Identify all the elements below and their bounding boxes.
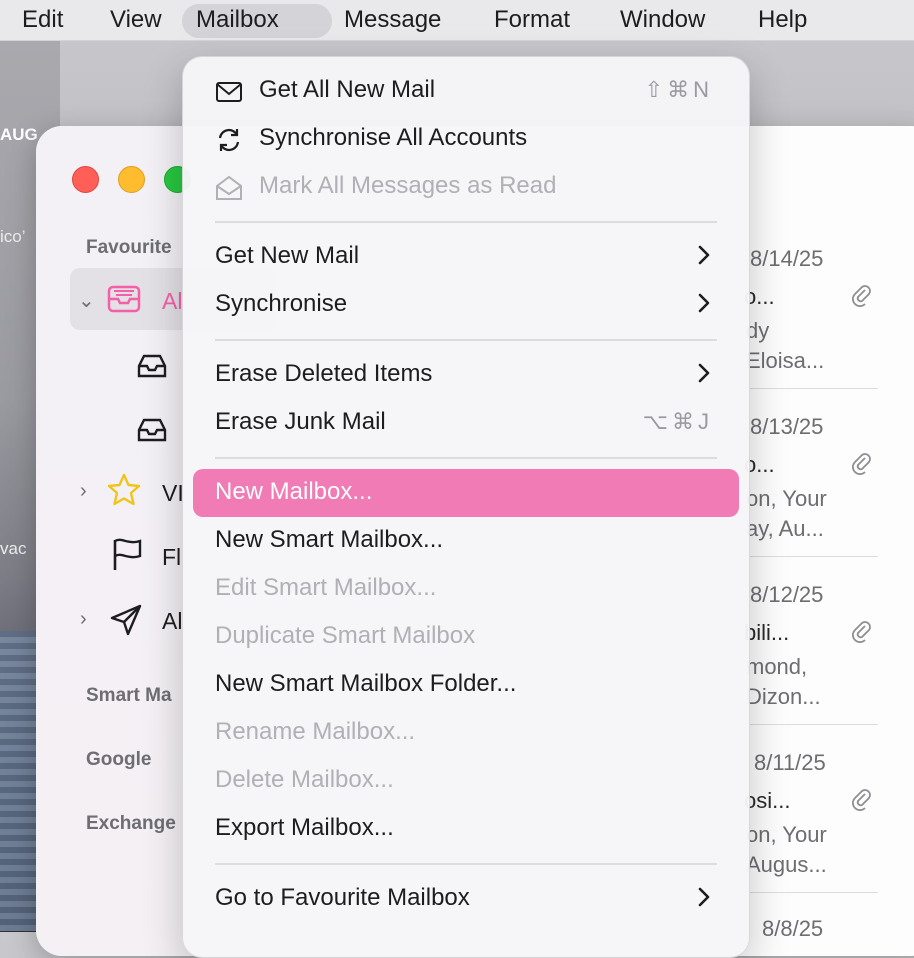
menu-item-label: Synchronise bbox=[215, 290, 348, 317]
message-date: 8/13/25 bbox=[750, 414, 824, 439]
chevron-down-icon[interactable]: ⌄ bbox=[78, 288, 95, 313]
envelope-open-icon bbox=[216, 175, 242, 200]
close-window-button[interactable] bbox=[72, 166, 99, 193]
minimize-window-button[interactable] bbox=[118, 166, 145, 193]
paperplane-icon bbox=[110, 604, 142, 636]
shortcut-label: ⇧⌘N bbox=[644, 77, 713, 102]
desktop-label: vac bbox=[0, 539, 27, 558]
menu-format[interactable]: Format bbox=[480, 4, 584, 38]
sidebar-item-flagged[interactable]: Fl bbox=[162, 544, 181, 571]
sidebar-item-all-inboxes[interactable]: Al bbox=[162, 288, 182, 315]
chevron-right-icon[interactable]: › bbox=[80, 480, 87, 503]
chevron-right-icon bbox=[698, 293, 710, 313]
message-subject: bili... bbox=[744, 620, 790, 645]
menu-item-erase-deleted-items[interactable]: Erase Deleted Items bbox=[193, 351, 739, 399]
message-preview: Eloisa... bbox=[746, 348, 825, 373]
star-icon bbox=[107, 473, 141, 506]
menu-item-label: Export Mailbox... bbox=[215, 814, 394, 841]
menu-mailbox[interactable]: Mailbox bbox=[182, 4, 332, 38]
desktop-label: ico’ bbox=[0, 227, 26, 246]
sync-icon bbox=[218, 128, 240, 152]
sidebar-item-all-sent[interactable]: Al bbox=[162, 608, 182, 635]
chevron-right-icon bbox=[698, 363, 710, 383]
menu-item-label: Edit Smart Mailbox... bbox=[215, 574, 437, 601]
menu-item-label: Erase Junk Mail bbox=[215, 408, 386, 435]
message-date: 8/8/25 bbox=[762, 916, 824, 941]
message-date: 8/14/25 bbox=[750, 246, 824, 271]
message-preview: Augus... bbox=[746, 852, 827, 877]
menu-item-rename-mailbox[interactable]: Rename Mailbox... bbox=[193, 709, 739, 757]
mailbox-menu: Get All New Mail ⇧⌘N Synchronise All Acc… bbox=[182, 56, 750, 958]
menu-separator bbox=[215, 457, 717, 459]
favourites-header: Favourite bbox=[86, 237, 172, 258]
chevron-right-icon bbox=[698, 887, 710, 907]
message-preview: mond, bbox=[746, 654, 808, 679]
attachment-icon bbox=[852, 621, 871, 643]
menu-item-label: Get All New Mail bbox=[259, 76, 436, 103]
menu-item-erase-junk-mail[interactable]: Erase Junk Mail ⌥⌘J bbox=[193, 399, 739, 447]
message-date: 8/12/25 bbox=[750, 582, 824, 607]
menu-item-label: Mark All Messages as Read bbox=[259, 172, 557, 199]
envelope-icon bbox=[216, 82, 242, 102]
menu-item-mark-all-read[interactable]: Mark All Messages as Read bbox=[193, 163, 739, 211]
menu-item-synchronise-all-accounts[interactable]: Synchronise All Accounts bbox=[193, 115, 739, 163]
menu-view[interactable]: View bbox=[96, 4, 176, 38]
menu-separator bbox=[215, 221, 717, 223]
message-preview: on, Your bbox=[746, 486, 827, 511]
row-divider bbox=[746, 556, 878, 557]
menu-item-get-all-new-mail[interactable]: Get All New Mail ⇧⌘N bbox=[193, 67, 739, 115]
attachment-icon bbox=[852, 285, 871, 307]
message-date: 8/11/25 bbox=[754, 750, 826, 775]
menu-item-label: Delete Mailbox... bbox=[215, 766, 394, 793]
desktop-label: AUG bbox=[0, 125, 38, 144]
menu-item-new-smart-mailbox[interactable]: New Smart Mailbox... bbox=[193, 517, 739, 565]
flag-icon bbox=[113, 538, 142, 570]
menu-item-label: Erase Deleted Items bbox=[215, 360, 433, 387]
menu-item-export-mailbox[interactable]: Export Mailbox... bbox=[193, 805, 739, 853]
row-divider bbox=[746, 724, 878, 725]
menu-item-get-new-mail[interactable]: Get New Mail bbox=[193, 233, 739, 281]
menu-item-duplicate-smart-mailbox[interactable]: Duplicate Smart Mailbox bbox=[193, 613, 739, 661]
menu-item-label: New Smart Mailbox Folder... bbox=[215, 670, 517, 697]
menu-separator bbox=[215, 339, 717, 341]
menu-item-label: New Mailbox... bbox=[215, 478, 373, 505]
row-divider bbox=[746, 892, 878, 893]
menu-item-delete-mailbox[interactable]: Delete Mailbox... bbox=[193, 757, 739, 805]
menu-item-label: Go to Favourite Mailbox bbox=[215, 884, 470, 911]
chevron-right-icon[interactable]: › bbox=[80, 608, 87, 631]
row-divider bbox=[746, 388, 878, 389]
chevron-right-icon bbox=[698, 245, 710, 265]
menu-bar: Edit View Mailbox Message Format Window … bbox=[0, 0, 914, 41]
menu-help[interactable]: Help bbox=[744, 4, 821, 38]
sidebar-item-vips[interactable]: VI bbox=[162, 480, 184, 507]
message-subject: osi... bbox=[744, 788, 791, 813]
menu-item-label: Synchronise All Accounts bbox=[259, 124, 528, 151]
menu-window[interactable]: Window bbox=[606, 4, 719, 38]
menu-item-edit-smart-mailbox[interactable]: Edit Smart Mailbox... bbox=[193, 565, 739, 613]
menu-message[interactable]: Message bbox=[330, 4, 455, 38]
smart-mailboxes-header: Smart Ma bbox=[86, 685, 172, 706]
menu-item-go-to-favourite-mailbox[interactable]: Go to Favourite Mailbox bbox=[193, 875, 739, 923]
attachment-icon bbox=[852, 789, 871, 811]
inbox-icon bbox=[137, 354, 167, 378]
message-preview: Dizon... bbox=[746, 684, 821, 709]
attachment-icon bbox=[852, 453, 871, 475]
menu-item-label: New Smart Mailbox... bbox=[215, 526, 444, 553]
menu-item-new-mailbox[interactable]: New Mailbox... bbox=[193, 469, 739, 517]
menu-item-synchronise[interactable]: Synchronise bbox=[193, 281, 739, 329]
message-preview: ay, Au... bbox=[746, 516, 824, 541]
shortcut-label: ⌥⌘J bbox=[642, 409, 713, 434]
menu-item-label: Rename Mailbox... bbox=[215, 718, 416, 745]
inbox-icon bbox=[137, 418, 167, 442]
menu-item-label: Duplicate Smart Mailbox bbox=[215, 622, 476, 649]
menu-item-label: Get New Mail bbox=[215, 242, 360, 269]
menu-edit[interactable]: Edit bbox=[8, 4, 77, 38]
message-preview: on, Your bbox=[746, 822, 827, 847]
exchange-header: Exchange bbox=[86, 813, 176, 834]
menu-separator bbox=[215, 863, 717, 865]
google-header: Google bbox=[86, 749, 152, 770]
menu-item-new-smart-mailbox-folder[interactable]: New Smart Mailbox Folder... bbox=[193, 661, 739, 709]
tray-icon bbox=[107, 285, 141, 313]
